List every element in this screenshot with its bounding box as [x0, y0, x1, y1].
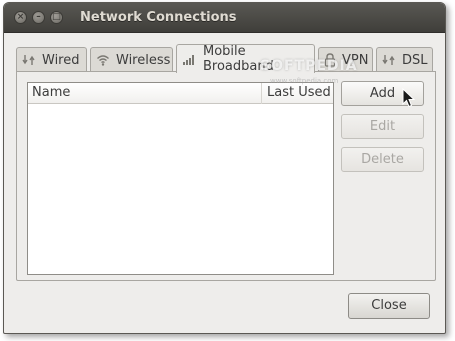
- dsl-icon: [382, 55, 395, 65]
- tab-wired-label: Wired: [42, 52, 80, 68]
- tab-wireless-label: Wireless: [116, 52, 171, 68]
- edit-button[interactable]: Edit: [341, 114, 424, 139]
- connection-type-tabs: Wired Wireless Mobile Broadband VPN DSL: [16, 44, 436, 74]
- column-header-name[interactable]: Name: [28, 83, 262, 104]
- tab-dsl-label: DSL: [402, 52, 428, 68]
- window-title: Network Connections: [80, 10, 237, 25]
- tab-dsl[interactable]: DSL: [376, 47, 433, 72]
- wireless-icon: [97, 55, 109, 66]
- tab-wired[interactable]: Wired: [16, 47, 87, 72]
- close-button[interactable]: Close: [348, 293, 430, 319]
- tab-content-panel: Name Last Used Add Edit Delete: [16, 71, 436, 281]
- signal-bars-icon: [183, 55, 194, 65]
- network-connections-window: × – □ Network Connections Wired Wireless…: [3, 2, 446, 334]
- column-header-last-used[interactable]: Last Used: [263, 83, 335, 104]
- wired-icon: [22, 55, 35, 65]
- watermark-url: www.softpedia.com: [270, 77, 339, 85]
- connections-list[interactable]: Name Last Used: [27, 82, 334, 275]
- list-header: Name Last Used: [28, 83, 333, 104]
- tab-wireless[interactable]: Wireless: [90, 47, 173, 72]
- mouse-pointer-icon: [402, 88, 416, 108]
- title-bar: × – □ Network Connections: [4, 3, 445, 33]
- close-window-icon[interactable]: ×: [14, 11, 27, 24]
- maximize-window-icon[interactable]: □: [50, 11, 63, 24]
- watermark: SOFTPEDIA: [260, 58, 358, 74]
- delete-button[interactable]: Delete: [341, 147, 424, 172]
- minimize-window-icon[interactable]: –: [32, 11, 45, 24]
